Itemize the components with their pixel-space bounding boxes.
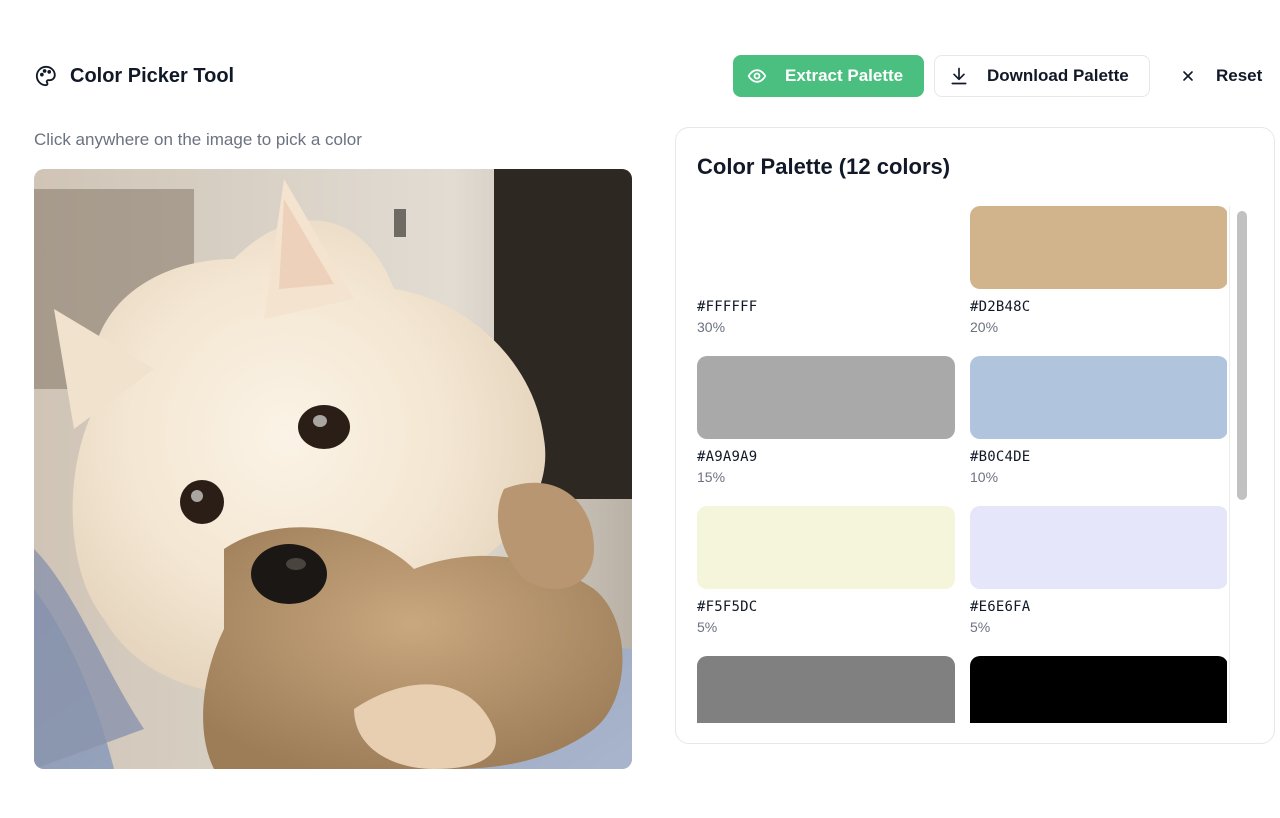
color-percent: 5% xyxy=(970,619,991,635)
extract-palette-label: Extract Palette xyxy=(785,66,904,85)
extract-palette-button[interactable]: Extract Palette xyxy=(733,55,924,97)
eye-icon xyxy=(747,66,767,86)
page-title: Color Picker Tool xyxy=(70,64,235,87)
color-swatch[interactable] xyxy=(970,656,1227,723)
palette-swatch-item[interactable]: #000000 xyxy=(970,656,1227,723)
dog-photo xyxy=(34,169,632,769)
color-hex: #D2B48C xyxy=(970,299,1031,315)
color-swatch[interactable] xyxy=(697,206,955,289)
color-percent: 15% xyxy=(697,469,726,485)
palette-swatch-item[interactable]: #F5F5DC 5% xyxy=(697,506,955,656)
color-swatch[interactable] xyxy=(697,506,955,589)
palette-swatch-item[interactable]: #FFFFFF 30% xyxy=(697,206,955,356)
scrollbar[interactable] xyxy=(1232,206,1247,723)
reset-button[interactable]: Reset xyxy=(1164,55,1264,97)
color-hex: #F5F5DC xyxy=(697,599,758,615)
palette-swatch-item[interactable]: #E6E6FA 5% xyxy=(970,506,1227,656)
palette-title: Color Palette (12 colors) xyxy=(697,154,951,179)
palette-panel: Color Palette (12 colors) #FFFFFF 30% #D2B… xyxy=(675,127,1275,744)
color-hex: #FFFFFF xyxy=(697,299,758,315)
color-swatch[interactable] xyxy=(697,356,955,439)
color-percent: 30% xyxy=(697,319,726,335)
instruction-text: Click anywhere on the image to pick a co… xyxy=(34,130,362,149)
color-percent: 20% xyxy=(970,319,999,335)
color-hex: #B0C4DE xyxy=(970,449,1031,465)
reset-label: Reset xyxy=(1216,66,1263,85)
color-swatch[interactable] xyxy=(970,356,1227,439)
download-icon xyxy=(949,66,969,86)
color-hex: #A9A9A9 xyxy=(697,449,758,465)
scrollbar-divider xyxy=(1229,206,1230,723)
source-image[interactable] xyxy=(34,169,632,769)
color-hex: #E6E6FA xyxy=(970,599,1031,615)
color-percent: 5% xyxy=(697,619,718,635)
download-palette-button[interactable]: Download Palette xyxy=(934,55,1150,97)
color-swatch[interactable] xyxy=(970,506,1227,589)
color-swatch[interactable] xyxy=(970,206,1227,289)
palette-grid: #FFFFFF 30% #D2B48C 20% #A9A9A9 15% #B0C4DE 10%… xyxy=(697,206,1227,723)
palette-swatch-item[interactable]: #B0C4DE 10% xyxy=(970,356,1227,506)
palette-scroll-area[interactable]: #FFFFFF 30% #D2B48C 20% #A9A9A9 15% #B0C4DE 10%… xyxy=(697,206,1227,723)
palette-icon xyxy=(34,64,58,88)
palette-swatch-item[interactable]: #A9A9A9 15% xyxy=(697,356,955,506)
header: Color Picker Tool Extract Palette Downlo… xyxy=(34,54,1264,98)
scrollbar-thumb[interactable] xyxy=(1237,211,1247,500)
close-icon xyxy=(1178,66,1198,86)
toolbar: Extract Palette Download Palette Reset xyxy=(733,54,1264,98)
title-area: Color Picker Tool xyxy=(34,54,234,98)
color-swatch[interactable] xyxy=(697,656,955,723)
download-palette-label: Download Palette xyxy=(987,66,1129,85)
palette-swatch-item[interactable]: #D2B48C 20% xyxy=(970,206,1227,356)
color-percent: 10% xyxy=(970,469,999,485)
palette-swatch-item[interactable]: #808080 xyxy=(697,656,955,723)
